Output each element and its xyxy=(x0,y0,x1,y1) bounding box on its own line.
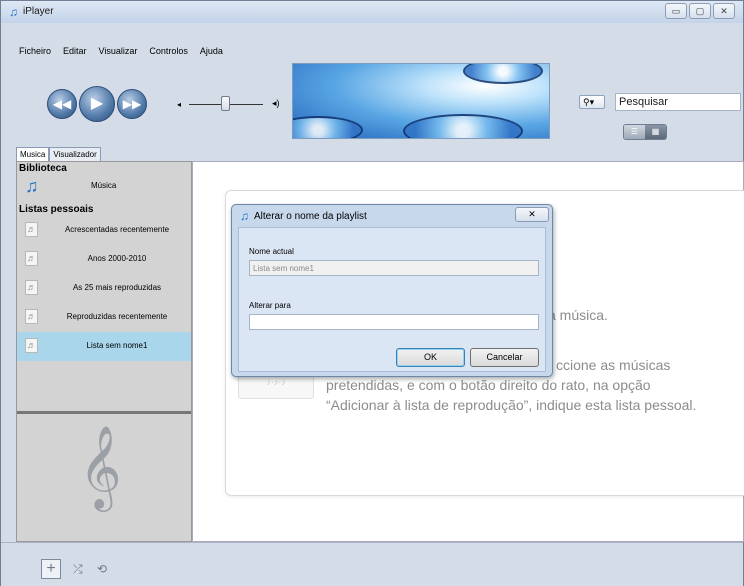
playlist-icon: ♬ xyxy=(25,222,38,237)
library-sidebar: Biblioteca ♫ Música Listas pessoais ♬ Ac… xyxy=(16,161,192,542)
window-title: iPlayer xyxy=(23,6,54,17)
transport-controls: ◀◀ ▶ ▶▶ xyxy=(47,86,147,122)
tab-visualizador[interactable]: Visualizador xyxy=(49,147,101,161)
cd-disc-image xyxy=(463,64,543,84)
now-playing-banner xyxy=(292,63,550,139)
treble-clef-icon: 𝄞 xyxy=(79,424,122,508)
dialog-body: Nome actual Alterar para OK Cancelar xyxy=(238,227,546,372)
volume-high-icon: ◂) xyxy=(272,98,280,108)
hint-text: ccione as músicas xyxy=(556,357,671,373)
playlist-icon: ♬ xyxy=(25,309,38,324)
playlist-item[interactable]: ♬ Anos 2000-2010 xyxy=(17,245,191,274)
plus-icon: + xyxy=(46,560,56,577)
music-note-icon: ♫ xyxy=(240,209,249,223)
shuffle-icon[interactable]: ⤮ xyxy=(73,562,83,577)
playlist-label: Lista sem nome1 xyxy=(86,341,148,350)
magnifier-icon: ⚲ xyxy=(583,97,590,107)
ok-button[interactable]: OK xyxy=(396,348,465,367)
menu-ficheiro[interactable]: Ficheiro xyxy=(19,46,51,56)
hint-text: a música. xyxy=(548,307,608,323)
play-icon: ▶ xyxy=(90,95,104,112)
menu-visualizar[interactable]: Visualizar xyxy=(99,46,138,56)
library-header: Biblioteca xyxy=(19,163,67,174)
hint-text: pretendidas, e com o botão direito do ra… xyxy=(326,377,651,393)
rename-playlist-dialog: ♫ Alterar o nome da playlist ✕ Nome actu… xyxy=(231,204,553,377)
menu-bar: Ficheiro Editar Visualizar Controlos Aju… xyxy=(19,46,223,56)
hint-text: “Adicionar à lista de reprodução”, indiq… xyxy=(326,397,697,413)
add-playlist-button[interactable]: + xyxy=(41,559,61,579)
menu-ajuda[interactable]: Ajuda xyxy=(200,46,223,56)
app-window: ♫ iPlayer ▭ ▢ ✕ Ficheiro Editar Visualiz… xyxy=(0,0,744,586)
close-button[interactable]: ✕ xyxy=(713,3,735,19)
volume-slider-thumb[interactable] xyxy=(221,96,230,111)
sidebar-item-music[interactable]: ♫ Música xyxy=(17,175,191,203)
playlist-item[interactable]: ♬ As 25 mais reproduzidas xyxy=(17,274,191,303)
minimize-button[interactable]: ▭ xyxy=(665,3,687,19)
repeat-icon[interactable]: ⟲ xyxy=(97,562,107,576)
rewind-icon: ◀◀ xyxy=(52,97,72,111)
play-button[interactable]: ▶ xyxy=(79,86,115,122)
playlist-item[interactable]: ♬ Reproduzidas recentemente xyxy=(17,303,191,332)
maximize-button[interactable]: ▢ xyxy=(689,3,711,19)
volume-low-icon: ◂ xyxy=(177,100,182,109)
current-name-label: Nome actual xyxy=(249,247,294,256)
sidebar-divider[interactable] xyxy=(17,411,191,414)
view-mode-toggle[interactable]: ☰ ▦ xyxy=(623,124,667,140)
playlists-header: Listas pessoais xyxy=(19,204,94,215)
dropdown-arrow-icon: ▾ xyxy=(589,97,595,107)
music-note-icon: ♫ xyxy=(25,176,39,196)
playlist-label: Acrescentadas recentemente xyxy=(64,225,170,234)
panel-tabs: Musica Visualizador xyxy=(16,147,101,161)
playlist-label: As 25 mais reproduzidas xyxy=(72,283,162,292)
title-bar: ♫ iPlayer ▭ ▢ ✕ xyxy=(1,1,743,23)
rewind-button[interactable]: ◀◀ xyxy=(47,89,77,119)
list-view-icon[interactable]: ☰ xyxy=(624,125,645,139)
current-name-field xyxy=(249,260,539,276)
playlist-label: Reproduzidas recentemente xyxy=(66,312,168,321)
grid-view-icon[interactable]: ▦ xyxy=(645,125,666,139)
playlist-item-selected[interactable]: ♬ Lista sem nome1 xyxy=(17,332,191,361)
fast-forward-icon: ▶▶ xyxy=(122,97,142,111)
cd-disc-image xyxy=(403,114,523,138)
cd-disc-image xyxy=(293,116,363,138)
dialog-title-bar: ♫ Alterar o nome da playlist ✕ xyxy=(232,205,552,227)
music-note-icon: ♫ xyxy=(9,5,18,19)
fast-forward-button[interactable]: ▶▶ xyxy=(117,89,147,119)
dialog-title: Alterar o nome da playlist xyxy=(254,211,367,222)
search-options-button[interactable]: ⚲▾ xyxy=(579,95,605,109)
close-icon: ✕ xyxy=(528,209,536,219)
cancel-button[interactable]: Cancelar xyxy=(470,348,539,367)
playlist-item[interactable]: ♬ Acrescentadas recentemente xyxy=(17,216,191,245)
search-input[interactable] xyxy=(615,93,741,111)
menu-editar[interactable]: Editar xyxy=(63,46,87,56)
new-name-label: Alterar para xyxy=(249,301,291,310)
window-controls: ▭ ▢ ✕ xyxy=(665,3,735,19)
tab-musica[interactable]: Musica xyxy=(16,147,50,161)
playlist-icon: ♬ xyxy=(25,338,38,353)
playlist-icon: ♬ xyxy=(25,251,38,266)
new-name-field[interactable] xyxy=(249,314,539,330)
playlist-label: Anos 2000-2010 xyxy=(87,254,147,263)
dialog-close-button[interactable]: ✕ xyxy=(515,207,549,222)
bottom-toolbar: + ⤮ ⟲ xyxy=(1,542,743,586)
menu-controlos[interactable]: Controlos xyxy=(149,46,188,56)
sidebar-item-label: Música xyxy=(91,181,117,190)
playlist-icon: ♬ xyxy=(25,280,38,295)
